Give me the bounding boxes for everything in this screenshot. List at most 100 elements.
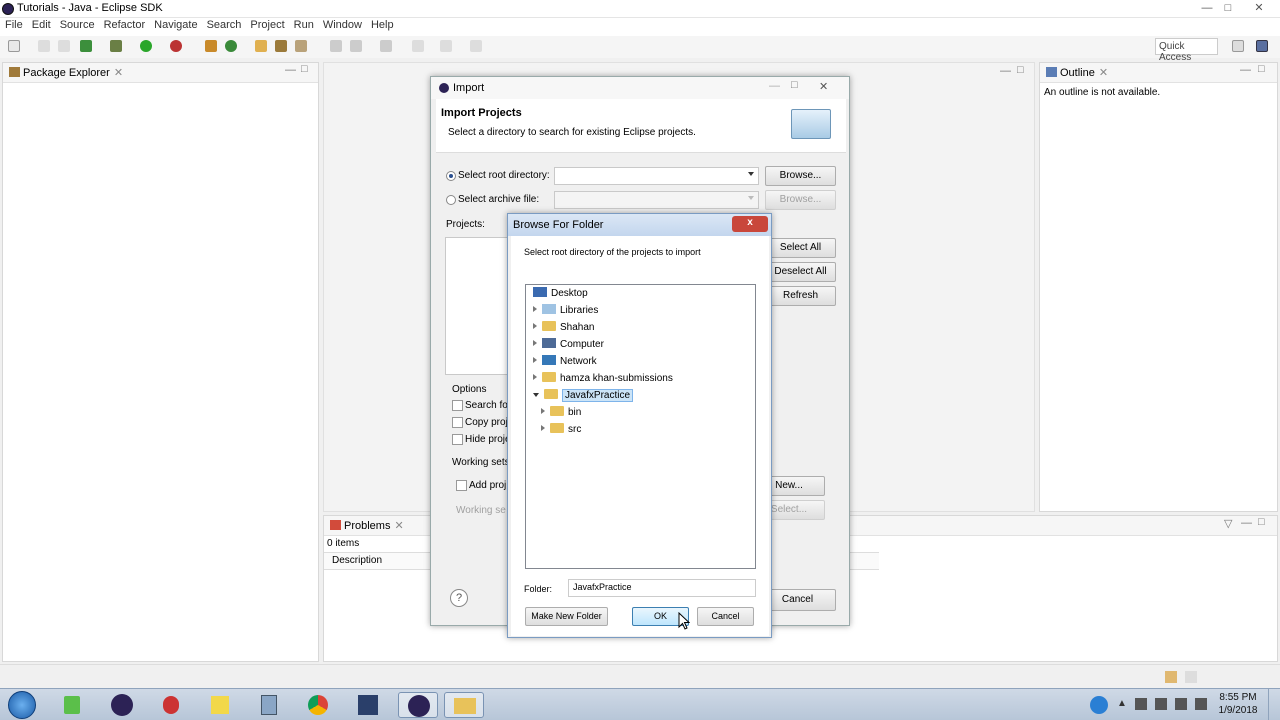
tree-item-src[interactable]: src	[541, 422, 581, 438]
tree-item-shahan[interactable]: Shahan	[533, 320, 594, 336]
maximize-view-icon[interactable]: □	[301, 63, 308, 75]
menu-window[interactable]: Window	[319, 18, 366, 32]
desktop-icon	[533, 287, 547, 297]
minimize-button[interactable]: —	[1196, 1, 1218, 15]
browse-cancel-button[interactable]: Cancel	[697, 607, 754, 626]
column-description[interactable]: Description	[332, 555, 382, 566]
tree-item-desktop[interactable]: Desktop	[533, 286, 588, 302]
close-button[interactable]: ✕	[819, 80, 828, 93]
close-button[interactable]: ✕	[1248, 1, 1270, 15]
show-desktop-button[interactable]	[1268, 689, 1280, 720]
make-new-folder-button[interactable]: Make New Folder	[525, 607, 608, 626]
taskbar-explorer[interactable]	[444, 692, 484, 718]
search-nested-checkbox[interactable]	[452, 400, 463, 411]
browse-button[interactable]: Browse...	[765, 166, 836, 186]
tree-item-computer[interactable]: Computer	[533, 337, 604, 353]
menu-search[interactable]: Search	[203, 18, 246, 32]
tree-item-javafxpractice[interactable]: JavafxPractice	[533, 388, 634, 404]
taskbar-vs[interactable]	[348, 692, 388, 718]
taskbar-chrome[interactable]	[298, 692, 338, 718]
minimize-view-icon[interactable]: —	[1240, 64, 1251, 76]
minimize-view-icon[interactable]: —	[1241, 517, 1252, 529]
toggle-mark-icon[interactable]	[330, 40, 342, 52]
folder-name-input[interactable]: JavafxPractice	[568, 579, 756, 597]
menu-refactor[interactable]: Refactor	[100, 18, 150, 32]
outline-tab[interactable]: Outline ✕ — □	[1040, 63, 1277, 83]
add-to-working-sets-checkbox[interactable]	[456, 480, 467, 491]
debug-icon[interactable]	[110, 40, 122, 52]
new-class-icon[interactable]	[225, 40, 237, 52]
maximize-view-icon[interactable]: □	[1258, 516, 1265, 528]
battery-icon[interactable]	[1175, 698, 1187, 710]
new-project-icon[interactable]	[80, 40, 92, 52]
select-all-button[interactable]: Select All	[765, 238, 836, 258]
help-icon[interactable]: ?	[450, 589, 468, 607]
view-menu-icon[interactable]: ▽	[1224, 517, 1232, 530]
add-to-working-sets-label: Add proj	[469, 480, 507, 491]
package-explorer-tab[interactable]: Package Explorer ✕ — □	[3, 63, 318, 83]
open-perspective-icon[interactable]	[1232, 40, 1244, 52]
menu-file[interactable]: File	[1, 18, 27, 32]
menu-project[interactable]: Project	[246, 18, 288, 32]
quick-access-field[interactable]: Quick Access	[1155, 38, 1218, 63]
search-icon[interactable]	[295, 40, 307, 52]
menu-run[interactable]: Run	[290, 18, 318, 32]
menu-help[interactable]: Help	[367, 18, 398, 32]
maximize-button[interactable]: □	[1217, 1, 1239, 15]
root-directory-combo[interactable]	[554, 167, 759, 185]
menu-edit[interactable]: Edit	[28, 18, 55, 32]
forward-icon[interactable]	[440, 40, 452, 52]
hide-projects-checkbox[interactable]	[452, 434, 463, 445]
start-button[interactable]	[8, 691, 36, 719]
taskbar-eclipse-2[interactable]	[398, 692, 438, 718]
minimize-editor-icon[interactable]: —	[1000, 65, 1011, 77]
refresh-button[interactable]: Refresh	[765, 286, 836, 306]
pin-editor-icon[interactable]	[470, 40, 482, 52]
copy-projects-checkbox[interactable]	[452, 417, 463, 428]
external-tools-icon[interactable]	[170, 40, 182, 52]
status-bar	[0, 664, 1280, 688]
tree-item-bin[interactable]: bin	[541, 405, 581, 421]
maximize-button[interactable]: □	[791, 79, 798, 91]
volume-icon[interactable]	[1135, 698, 1147, 710]
menu-navigate[interactable]: Navigate	[150, 18, 201, 32]
working-sets-label: Working sets	[452, 457, 510, 468]
taskbar-app-1[interactable]	[52, 692, 92, 718]
new-icon[interactable]	[8, 40, 20, 52]
menu-source[interactable]: Source	[56, 18, 99, 32]
flag-icon[interactable]	[1195, 698, 1207, 710]
help-tray-icon[interactable]	[1090, 696, 1108, 714]
folder-icon	[542, 372, 556, 382]
new-package-icon[interactable]	[205, 40, 217, 52]
prev-annotation-icon[interactable]	[380, 40, 392, 52]
close-button[interactable]: x	[732, 216, 768, 232]
next-annotation-icon[interactable]	[350, 40, 362, 52]
back-icon[interactable]	[412, 40, 424, 52]
save-icon[interactable]	[38, 40, 50, 52]
taskbar-notes[interactable]	[200, 692, 240, 718]
deselect-all-button[interactable]: Deselect All	[765, 262, 836, 282]
maximize-editor-icon[interactable]: □	[1017, 64, 1024, 76]
save-all-icon[interactable]	[58, 40, 70, 52]
open-type-icon[interactable]	[255, 40, 267, 52]
tree-item-network[interactable]: Network	[533, 354, 597, 370]
network-tray-icon[interactable]	[1155, 698, 1167, 710]
taskbar-snipping[interactable]	[151, 692, 191, 718]
taskbar-eclipse-1[interactable]	[102, 692, 142, 718]
close-tab-icon[interactable]: ✕	[114, 67, 123, 79]
maximize-view-icon[interactable]: □	[1258, 63, 1265, 75]
close-tab-icon[interactable]: ✕	[394, 520, 403, 532]
archive-file-radio[interactable]	[446, 195, 456, 205]
java-perspective-icon[interactable]	[1256, 40, 1268, 52]
tree-item-libraries[interactable]: Libraries	[533, 303, 598, 319]
show-hidden-icons[interactable]: ▲	[1117, 698, 1127, 709]
open-task-icon[interactable]	[275, 40, 287, 52]
run-icon[interactable]	[140, 40, 152, 52]
minimize-view-icon[interactable]: —	[285, 64, 296, 76]
folder-tree[interactable]: Desktop Libraries Shahan Computer Networ…	[525, 284, 756, 569]
close-tab-icon[interactable]: ✕	[1099, 67, 1108, 79]
root-directory-radio[interactable]	[446, 171, 456, 181]
tree-item-hamza-khan-submissions[interactable]: hamza khan-submissions	[533, 371, 673, 387]
system-clock[interactable]: 8:55 PM 1/9/2018	[1214, 691, 1262, 717]
taskbar-calculator[interactable]	[249, 692, 289, 718]
